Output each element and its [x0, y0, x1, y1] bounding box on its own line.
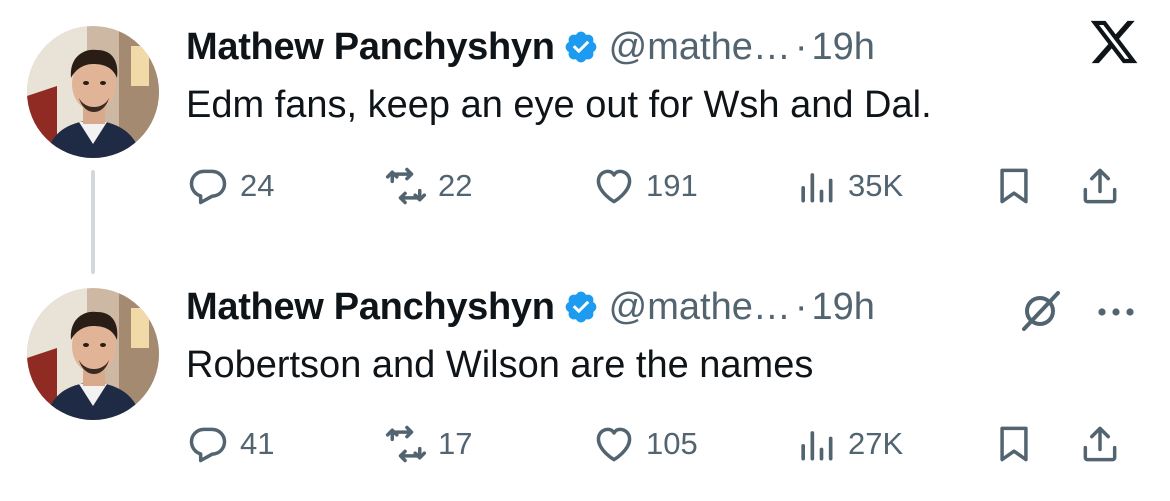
author-handle[interactable]: @mathe…: [609, 286, 791, 329]
share-button[interactable]: [1078, 418, 1122, 470]
grok-icon[interactable]: [1016, 287, 1064, 335]
reply-icon: [189, 427, 227, 463]
reply-button[interactable]: 41: [186, 418, 274, 470]
separator-dot: ·: [794, 285, 808, 328]
tweet-text: Robertson and Wilson are the names: [186, 344, 814, 386]
author-name[interactable]: Mathew Panchyshyn: [186, 286, 555, 329]
tweet-actions: 41 17 105 27K: [186, 418, 1146, 470]
separator-dot: ·: [794, 25, 808, 68]
verified-badge-icon: [565, 291, 597, 323]
reply-button[interactable]: 24: [186, 160, 274, 212]
avatar[interactable]: [27, 26, 159, 158]
like-count: 191: [646, 168, 698, 203]
tweet-actions: 24 22 191 35K: [186, 160, 1146, 212]
verified-badge-icon: [565, 31, 597, 63]
like-count: 105: [646, 426, 698, 461]
author-handle[interactable]: @mathe…: [609, 26, 791, 69]
repost-count: 17: [438, 426, 473, 461]
bookmark-button[interactable]: [992, 418, 1036, 470]
timestamp[interactable]: 19h: [812, 286, 875, 329]
more-icon[interactable]: [1092, 292, 1140, 332]
like-button[interactable]: 191: [592, 160, 698, 212]
share-icon: [1083, 426, 1117, 462]
tweet-text: Edm fans, keep an eye out for Wsh and Da…: [186, 84, 932, 126]
views-button[interactable]: 27K: [794, 418, 903, 470]
views-button[interactable]: 35K: [794, 160, 903, 212]
author-name[interactable]: Mathew Panchyshyn: [186, 26, 555, 69]
bookmark-button[interactable]: [992, 160, 1036, 212]
repost-button[interactable]: 22: [384, 160, 472, 212]
heart-icon: [596, 169, 632, 204]
like-button[interactable]: 105: [592, 418, 698, 470]
reply-count: 24: [240, 168, 275, 203]
repost-icon: [385, 425, 427, 463]
bookmark-icon: [1000, 168, 1028, 204]
analytics-icon: [801, 431, 833, 461]
tweet-header: Mathew Panchyshyn @mathe… · 19h: [186, 22, 875, 72]
tweet-header: Mathew Panchyshyn @mathe… · 19h: [186, 282, 875, 332]
share-button[interactable]: [1078, 160, 1122, 212]
share-icon: [1083, 168, 1117, 204]
repost-icon: [385, 167, 427, 205]
analytics-icon: [801, 173, 833, 203]
reply-icon: [189, 169, 227, 205]
avatar[interactable]: [27, 288, 159, 420]
views-count: 27K: [848, 426, 904, 461]
repost-button[interactable]: 17: [384, 418, 472, 470]
timestamp[interactable]: 19h: [812, 26, 875, 69]
repost-count: 22: [438, 168, 473, 203]
bookmark-icon: [1000, 426, 1028, 462]
heart-icon: [596, 427, 632, 462]
reply-count: 41: [240, 426, 275, 461]
views-count: 35K: [848, 168, 904, 203]
x-logo-icon: [1090, 20, 1138, 64]
tweet-1[interactable]: Mathew Panchyshyn @mathe… · 19h Edm fans…: [0, 0, 1170, 274]
tweet-2[interactable]: Mathew Panchyshyn @mathe… · 19h Robertso…: [0, 262, 1170, 501]
thread-connector-line: [91, 170, 95, 274]
